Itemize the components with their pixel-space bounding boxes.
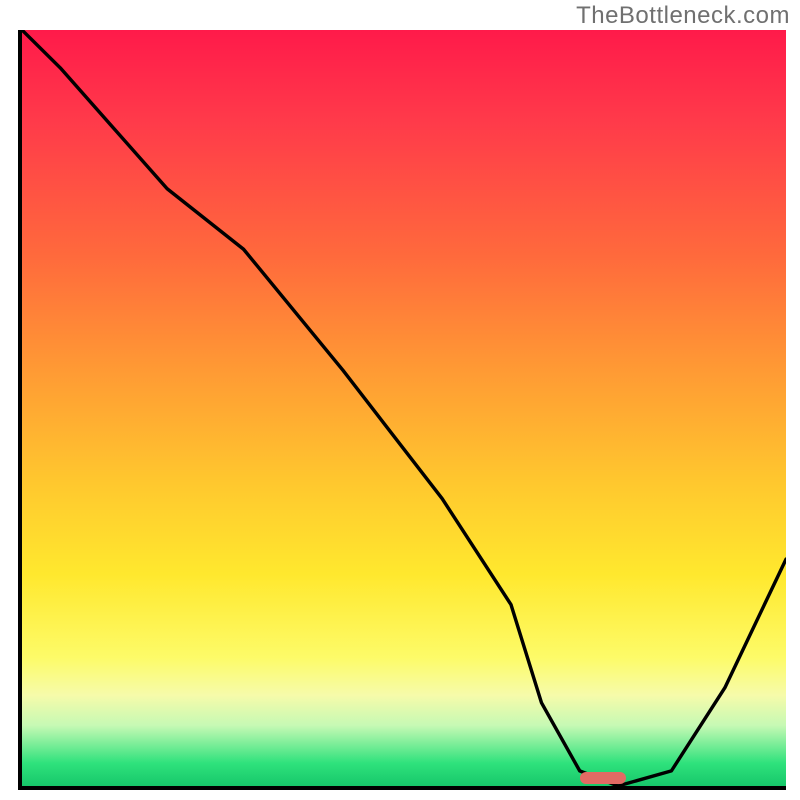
watermark-text: TheBottleneck.com <box>576 2 790 30</box>
curve-path <box>22 30 786 786</box>
chart-stage: TheBottleneck.com <box>0 0 800 800</box>
optimal-range-marker <box>580 772 626 784</box>
bottleneck-curve <box>22 30 786 786</box>
plot-area <box>18 30 786 790</box>
